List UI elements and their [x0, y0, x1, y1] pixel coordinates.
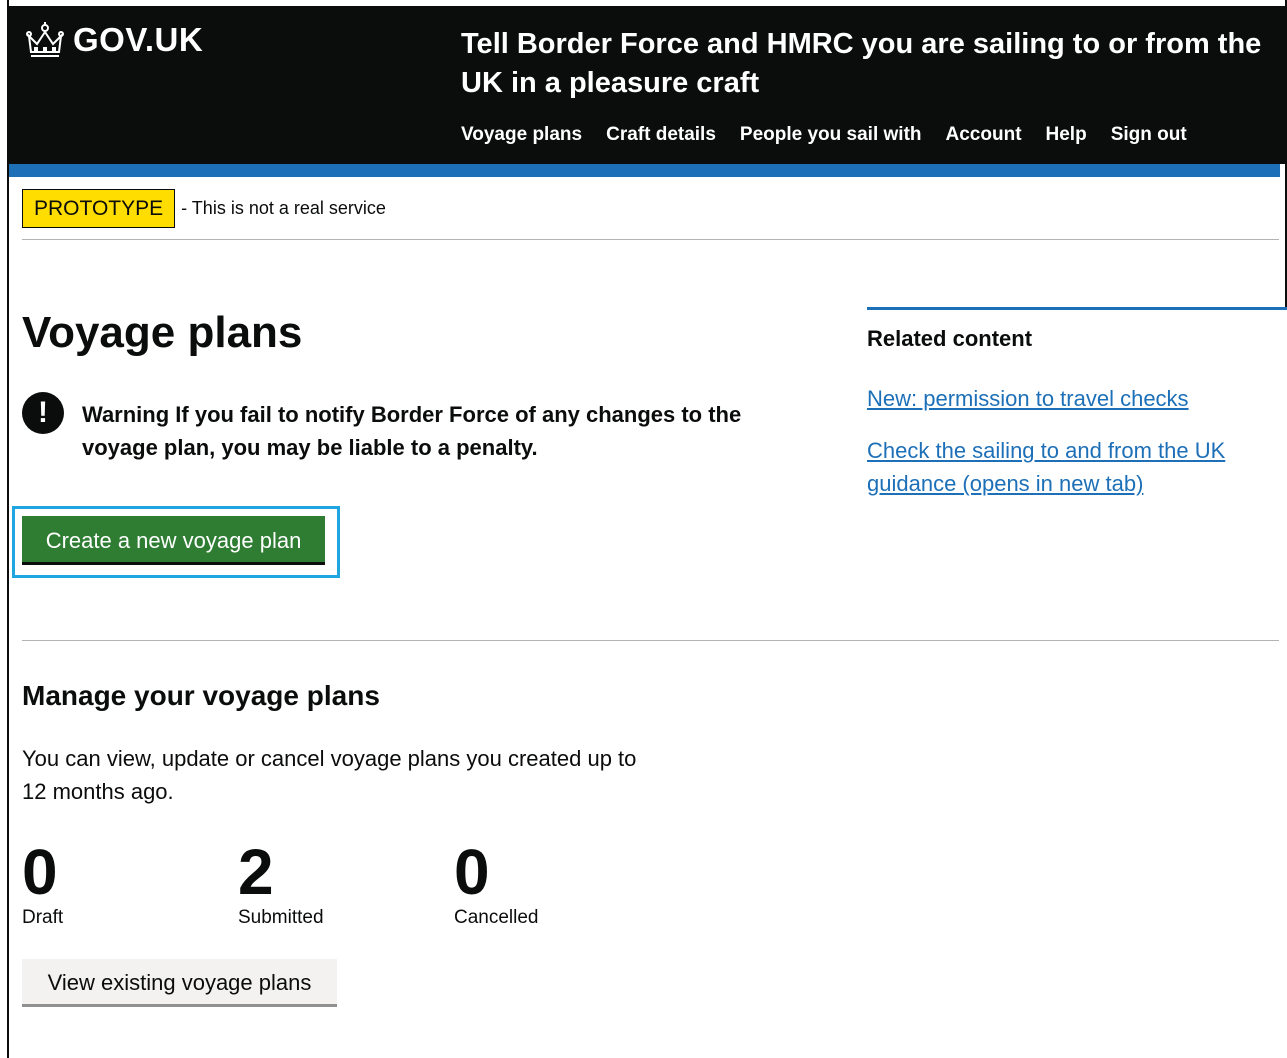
- govuk-logo-link[interactable]: GOV.UK: [25, 20, 203, 60]
- phase-banner: PROTOTYPE - This is not a real service: [22, 189, 386, 228]
- nav-account[interactable]: Account: [946, 124, 1022, 146]
- header-nav: Voyage plans Craft details People you sa…: [461, 124, 1187, 146]
- nav-help[interactable]: Help: [1046, 124, 1087, 146]
- exclamation-icon: !: [22, 392, 64, 434]
- nav-craft-details[interactable]: Craft details: [606, 124, 716, 146]
- section-divider: [22, 640, 1279, 641]
- nav-sign-out[interactable]: Sign out: [1111, 124, 1187, 146]
- stat-draft-label: Draft: [22, 907, 64, 928]
- warning-text-block: ! Warning If you fail to notify Border F…: [22, 392, 802, 464]
- create-voyage-plan-button[interactable]: Create a new voyage plan: [22, 516, 325, 565]
- stat-submitted-count: 2: [238, 836, 274, 908]
- logo-text: GOV.UK: [73, 21, 204, 58]
- stat-cancelled: 0 Cancelled: [454, 836, 539, 930]
- warning-message: Warning If you fail to notify Border For…: [82, 402, 742, 460]
- manage-section-title: Manage your voyage plans: [22, 680, 380, 711]
- stat-cancelled-label: Cancelled: [454, 907, 539, 928]
- stat-cancelled-count: 0: [454, 836, 490, 908]
- related-content-rule: [867, 307, 1287, 310]
- nav-people-you-sail-with[interactable]: People you sail with: [740, 124, 922, 146]
- page-title: Voyage plans: [22, 308, 303, 357]
- related-content-title: Related content: [867, 326, 1033, 351]
- stat-draft-count: 0: [22, 836, 58, 908]
- phase-divider: [22, 239, 1279, 240]
- service-name[interactable]: Tell Border Force and HMRC you are saili…: [461, 25, 1281, 103]
- stat-submitted-label: Submitted: [238, 907, 324, 928]
- permission-checks-link[interactable]: New: permission to travel checks: [867, 382, 1267, 415]
- header-blue-bar: [9, 164, 1280, 177]
- site-header: GOV.UK Tell Border Force and HMRC you ar…: [9, 6, 1287, 164]
- phase-tag: PROTOTYPE: [22, 189, 176, 228]
- stat-submitted: 2 Submitted: [238, 836, 324, 930]
- stat-draft: 0 Draft: [22, 836, 63, 930]
- crown-icon: [25, 22, 65, 58]
- view-existing-plans-button[interactable]: View existing voyage plans: [22, 959, 337, 1007]
- manage-section-body: You can view, update or cancel voyage pl…: [22, 746, 637, 804]
- phase-text: - This is not a real service: [181, 198, 386, 218]
- nav-voyage-plans[interactable]: Voyage plans: [461, 124, 582, 146]
- sailing-guidance-link[interactable]: Check the sailing to and from the UK gui…: [867, 434, 1259, 500]
